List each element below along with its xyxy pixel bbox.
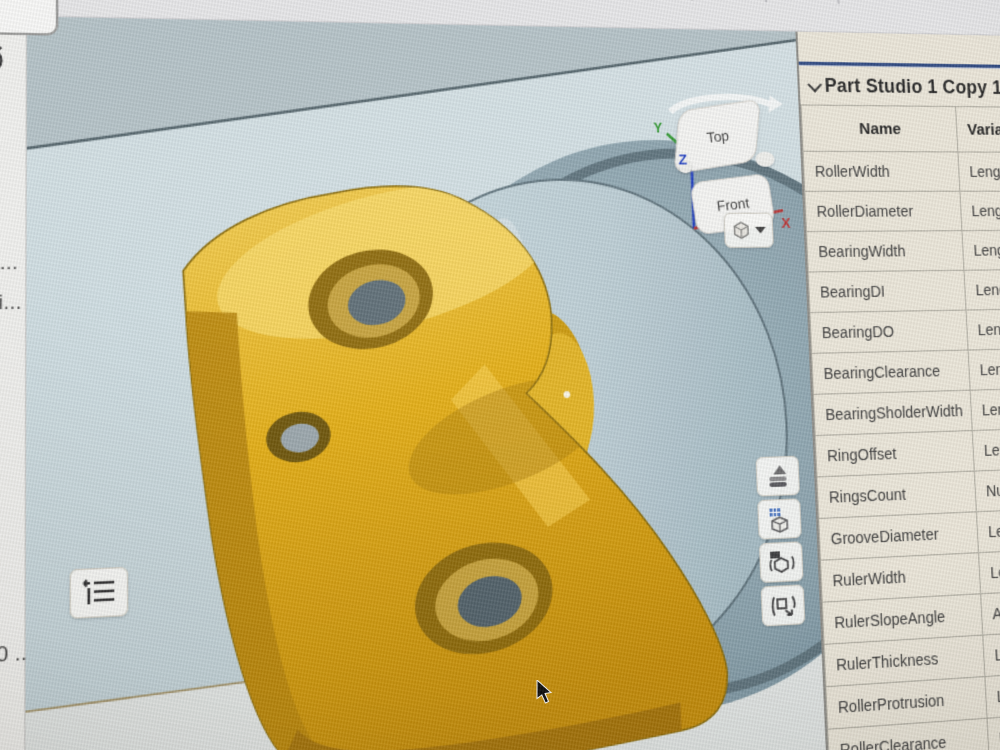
panel-top-gap — [797, 32, 1000, 65]
view-cube-corner[interactable] — [755, 151, 775, 167]
search-input[interactable] — [0, 0, 56, 34]
view-options-button[interactable] — [723, 212, 774, 248]
variable-name-cell[interactable]: BearingWidth — [806, 230, 964, 272]
variable-row[interactable]: RingsCount Number — [816, 467, 1000, 519]
toolbar-separator — [763, 0, 768, 3]
cube-icon — [731, 219, 751, 241]
cad-app-window: anceDiamet...ClearanceDi... Diameter = 0… — [0, 0, 1000, 750]
variable-type-cell[interactable]: Number — [974, 467, 1000, 512]
variable-type-cell[interactable]: Length — [984, 669, 1000, 719]
variables-panel-header[interactable]: Part Studio 1 Copy 1 — [799, 65, 1000, 107]
list-icon — [81, 577, 117, 608]
variable-row[interactable]: RingOffset Length — [815, 427, 1000, 477]
variable-row[interactable]: BearingWidth Length — [806, 230, 1000, 272]
variable-type-cell[interactable]: Length — [961, 230, 1000, 271]
variable-type-cell[interactable]: Length — [972, 427, 1000, 472]
views-cube-icon — [766, 505, 793, 533]
variable-type-cell[interactable]: Length — [963, 269, 1000, 311]
variable-type-cell[interactable]: Length — [966, 308, 1000, 351]
variable-type-cell[interactable]: Length — [957, 151, 1000, 192]
exploded-view-button[interactable] — [760, 584, 806, 627]
variable-type-cell[interactable]: Length — [970, 387, 1000, 431]
variable-name-cell[interactable]: RingsCount — [816, 471, 977, 519]
variable-name-cell[interactable]: RollerDiameter — [804, 191, 962, 232]
axis-y-label: Y — [653, 120, 663, 136]
graphics-viewport[interactable]: Top Front Y Z X — [25, 16, 829, 750]
variable-type-cell[interactable]: Length — [978, 547, 1000, 594]
feature-panel-toolbar — [0, 40, 6, 79]
viewport-tool-stack — [755, 455, 806, 627]
variable-row[interactable]: BearingDI Length — [808, 269, 1000, 313]
variable-name-cell[interactable]: BearingDO — [809, 310, 969, 354]
appearance-icon — [769, 464, 787, 487]
feature-list-panel: anceDiamet...ClearanceDi... Diameter = 0… — [0, 0, 59, 750]
feature-flyout-button[interactable] — [69, 566, 129, 619]
stopwatch-icon[interactable] — [0, 41, 6, 78]
variable-type-cell[interactable]: Length — [968, 347, 1000, 391]
named-views-button[interactable] — [757, 498, 802, 540]
column-header-name[interactable]: Name — [801, 104, 958, 152]
rotate-arrow-icon — [767, 95, 784, 113]
panel-title: Part Studio 1 Copy 1 — [824, 74, 1000, 99]
feature-search[interactable] — [0, 0, 59, 36]
variables-table-body: RollerWidth Length RollerDiameter Length Bea… — [803, 151, 1000, 750]
variables-panel: Part Studio 1 Copy 1 Name Varia RollerWi… — [795, 31, 1000, 750]
chevron-down-icon[interactable] — [807, 76, 823, 92]
variables-table: Name Varia RollerWidth Length RollerDiamet… — [800, 104, 1000, 750]
chevron-down-icon — [755, 226, 766, 234]
main-body: anceDiamet...ClearanceDi... Diameter = 0… — [0, 0, 1000, 750]
view-cube-front-label: Front — [715, 194, 750, 214]
variable-name-cell[interactable]: BearingDI — [808, 270, 967, 313]
variable-row[interactable]: BearingClearance Length — [811, 347, 1000, 395]
variable-name-cell[interactable]: BearingClearance — [811, 350, 971, 395]
variable-type-cell[interactable]: Length — [982, 628, 1000, 677]
variable-type-cell[interactable]: Angle — [980, 588, 1000, 636]
variable-type-cell[interactable]: Length — [976, 507, 1000, 553]
toolbar-separator — [689, 0, 694, 1]
section-cube-icon — [767, 550, 796, 577]
variables-table-header-row: Name Varia — [801, 104, 1000, 153]
axis-z-label: Z — [678, 151, 688, 168]
section-view-button[interactable] — [758, 541, 804, 584]
column-header-variable[interactable]: Varia — [955, 106, 1000, 153]
toolbar-separator — [835, 0, 840, 4]
variable-name-cell[interactable]: BearingSholderWidth — [813, 390, 973, 436]
variable-row[interactable]: BearingSholderWidth Length — [813, 387, 1000, 436]
axis-x-label: X — [781, 214, 791, 232]
display-options-button[interactable] — [755, 455, 801, 497]
view-cube-top-label: Top — [705, 126, 730, 146]
variable-type-cell[interactable]: Length — [959, 191, 1000, 231]
variable-name-cell[interactable]: RollerWidth — [803, 151, 960, 192]
photographed-monitor: anceDiamet...ClearanceDi... Diameter = 0… — [0, 0, 1000, 750]
variable-row[interactable]: RollerDiameter Length — [804, 191, 1000, 232]
exploded-cube-icon — [768, 591, 797, 620]
variable-row[interactable]: BearingDO Length — [809, 308, 1000, 354]
variable-name-cell[interactable]: RingOffset — [815, 430, 975, 477]
variable-row[interactable]: RollerWidth Length — [803, 151, 1000, 192]
